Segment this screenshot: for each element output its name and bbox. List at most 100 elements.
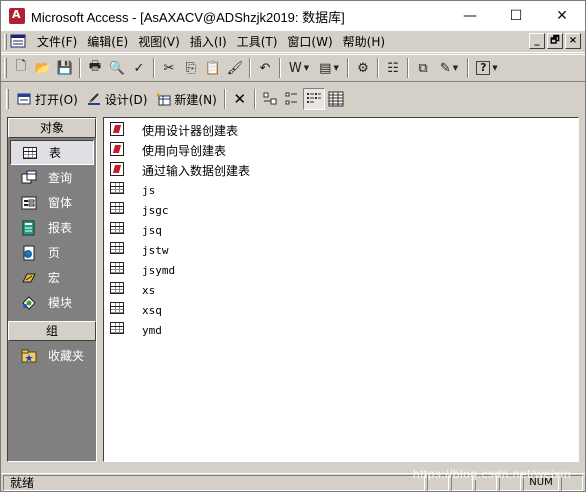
format-painter-icon[interactable]: 🖌 xyxy=(224,57,246,79)
menu-file[interactable]: 文件(F) xyxy=(32,32,82,52)
macro-icon xyxy=(20,270,38,286)
close-button[interactable]: ✕ xyxy=(539,1,585,31)
standard-toolbar: 🗋 📂 💾 🖶 🔍 ✓ ✂ ⎘ 📋 🖌 ↶ W ▼ ▤ ▼ ⚙ ☷ ⧉ ✎ ▼ ? ▼ xyxy=(1,54,585,82)
toolbar-separator xyxy=(407,58,409,78)
svg-text:✶: ✶ xyxy=(155,91,162,100)
print-preview-icon[interactable]: 🔍 xyxy=(106,57,128,79)
table-icon xyxy=(21,145,39,161)
undo-icon[interactable]: ↶ xyxy=(254,57,276,79)
objects-item-forms[interactable]: 窗体 xyxy=(8,190,96,215)
relationships-icon[interactable]: ⧉ xyxy=(412,57,434,79)
objects-item-tables[interactable]: 表 xyxy=(10,140,94,165)
db-toolbar-separator xyxy=(253,89,256,109)
list-view-icon[interactable] xyxy=(302,88,325,110)
office-links-icon[interactable]: W ▼ xyxy=(284,57,314,79)
small-icons-view-icon[interactable] xyxy=(281,88,303,110)
menu-edit[interactable]: 编辑(E) xyxy=(82,32,133,52)
list-item-table[interactable]: jstw xyxy=(104,240,578,260)
objects-item-macros[interactable]: 宏 xyxy=(8,265,96,290)
minimize-button[interactable]: — xyxy=(447,1,493,31)
toolbar-separator xyxy=(153,58,155,78)
new-object-icon[interactable]: ✎ ▼ xyxy=(434,57,464,79)
dropdown-arrow-icon: ▼ xyxy=(492,64,498,72)
print-icon[interactable]: 🖶 xyxy=(84,57,106,79)
table-name: jstw xyxy=(142,243,169,257)
list-item-table[interactable]: jsgc xyxy=(104,200,578,220)
toolbar-separator xyxy=(377,58,379,78)
menubar-grip[interactable] xyxy=(4,33,7,50)
open-button[interactable]: 打开(O) xyxy=(12,87,82,111)
access-app-icon[interactable] xyxy=(9,8,25,24)
menu-help[interactable]: 帮助(H) xyxy=(338,32,390,52)
table-name: jsymd xyxy=(142,263,176,277)
list-item-table[interactable]: xs xyxy=(104,280,578,300)
objects-item-queries[interactable]: 查询 xyxy=(8,165,96,190)
database-window-icon[interactable] xyxy=(10,33,28,51)
spelling-icon[interactable]: ✓ xyxy=(128,57,150,79)
report-icon xyxy=(20,220,38,236)
module-icon xyxy=(20,295,38,311)
design-button[interactable]: 设计(D) xyxy=(82,87,152,111)
paste-icon[interactable]: 📋 xyxy=(202,57,224,79)
objects-item-label: 窗体 xyxy=(48,196,73,210)
save-icon[interactable]: 💾 xyxy=(54,57,76,79)
code-icon[interactable]: ⚙ xyxy=(352,57,374,79)
access-window: Microsoft Access - [AsAXACV@ADShzjk2019:… xyxy=(0,0,586,492)
table-name: jsq xyxy=(142,223,162,237)
table-wizard-shortcut-icon xyxy=(110,142,126,158)
list-item-shortcut-wizard[interactable]: 使用向导创建表 xyxy=(104,140,578,160)
objects-item-pages[interactable]: 页 xyxy=(8,240,96,265)
objects-bar: 对象 表 查询 窗体 报表 页 宏 模块 组 收藏夹 xyxy=(7,117,97,462)
help-icon[interactable]: ? ▼ xyxy=(472,57,502,79)
list-item-label: 使用设计器创建表 xyxy=(142,123,239,138)
menu-window[interactable]: 窗口(W) xyxy=(282,32,337,52)
list-item-table[interactable]: js xyxy=(104,180,578,200)
db-toolbar-separator xyxy=(223,89,226,109)
list-item-table[interactable]: jsq xyxy=(104,220,578,240)
new-button-label: 新建(N) xyxy=(174,92,217,107)
delete-icon[interactable]: ✕ xyxy=(229,88,251,110)
table-name: xs xyxy=(142,283,156,297)
window-title: Microsoft Access - [AsAXACV@ADShzjk2019:… xyxy=(31,9,345,25)
table-name: ymd xyxy=(142,323,162,337)
mdi-minimize-button[interactable]: _ xyxy=(529,33,545,49)
list-item-table[interactable]: ymd xyxy=(104,320,578,340)
table-entry-shortcut-icon xyxy=(110,162,126,178)
maximize-button[interactable]: ☐ xyxy=(493,1,539,31)
copy-icon[interactable]: ⎘ xyxy=(180,57,202,79)
properties-icon[interactable]: ☷ xyxy=(382,57,404,79)
cut-icon[interactable]: ✂ xyxy=(158,57,180,79)
query-icon xyxy=(20,170,38,186)
menu-tools[interactable]: 工具(T) xyxy=(232,32,283,52)
list-item-shortcut-designer[interactable]: 使用设计器创建表 xyxy=(104,120,578,140)
list-item-shortcut-data-entry[interactable]: 通过输入数据创建表 xyxy=(104,160,578,180)
table-name: xsq xyxy=(142,303,162,317)
analyze-icon[interactable]: ▤ ▼ xyxy=(314,57,344,79)
details-view-icon[interactable] xyxy=(325,88,347,110)
mdi-controls: _ 🗗 × xyxy=(529,33,581,49)
open-folder-icon[interactable]: 📂 xyxy=(32,57,54,79)
menu-view[interactable]: 视图(V) xyxy=(133,32,185,52)
objects-item-modules[interactable]: 模块 xyxy=(8,290,96,315)
menu-insert[interactable]: 插入(I) xyxy=(185,32,232,52)
list-item-table[interactable]: xsq xyxy=(104,300,578,320)
new-file-icon[interactable]: 🗋 xyxy=(10,57,32,79)
objects-header[interactable]: 对象 xyxy=(8,118,96,138)
form-icon xyxy=(20,195,38,211)
groups-header[interactable]: 组 xyxy=(8,321,96,341)
page-icon xyxy=(20,245,38,261)
objects-item-reports[interactable]: 报表 xyxy=(8,215,96,240)
toolbar-grip[interactable] xyxy=(4,58,7,78)
mdi-close-button[interactable]: × xyxy=(565,33,581,49)
table-icon xyxy=(110,282,126,298)
mdi-restore-button[interactable]: 🗗 xyxy=(547,33,563,49)
table-icon xyxy=(110,262,126,278)
db-toolbar-grip[interactable] xyxy=(6,89,9,109)
groups-item-favorites[interactable]: 收藏夹 xyxy=(8,343,96,368)
new-button[interactable]: ✶ 新建(N) xyxy=(151,87,220,111)
title-bar: Microsoft Access - [AsAXACV@ADShzjk2019:… xyxy=(1,1,585,31)
dropdown-arrow-icon: ▼ xyxy=(333,64,339,72)
table-icon xyxy=(110,202,126,218)
list-item-table[interactable]: jsymd xyxy=(104,260,578,280)
large-icons-view-icon[interactable] xyxy=(259,88,281,110)
